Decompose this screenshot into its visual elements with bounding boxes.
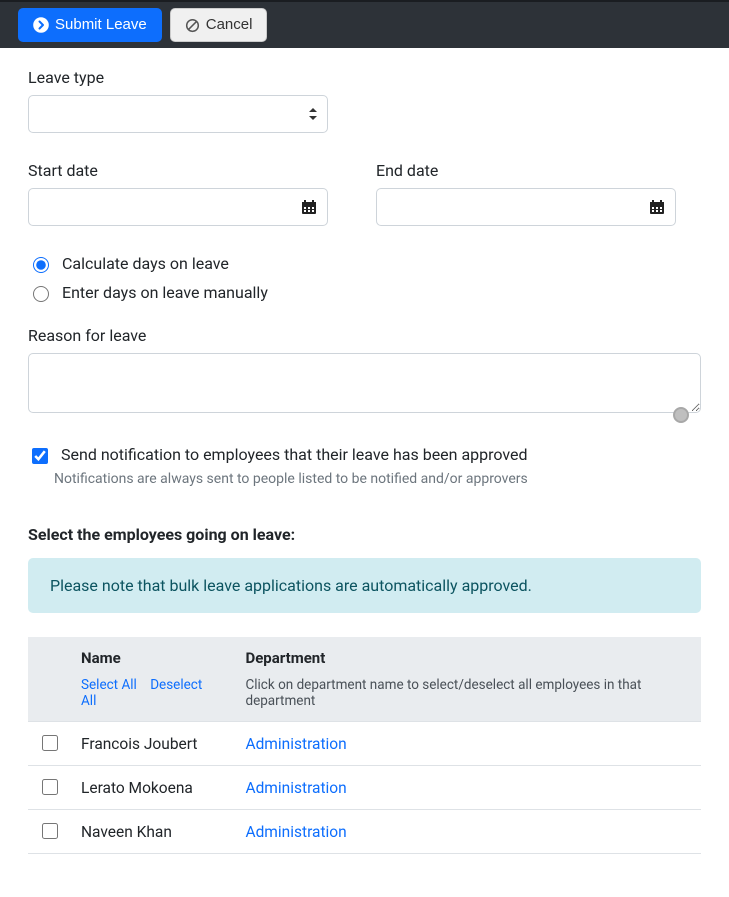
bulk-approve-info: Please note that bulk leave applications…: [28, 558, 701, 613]
dept-hint: Click on department name to select/desel…: [235, 673, 701, 722]
employee-name: Lerato Mokoena: [71, 766, 235, 810]
notify-checkbox[interactable]: [32, 448, 48, 464]
calc-days-auto-label: Calculate days on leave: [62, 254, 229, 273]
end-date-label: End date: [376, 161, 676, 180]
leave-type-select[interactable]: [28, 95, 328, 133]
select-all-link[interactable]: Select All: [81, 677, 137, 693]
employee-checkbox[interactable]: [42, 735, 58, 751]
employee-name: Francois Joubert: [71, 722, 235, 766]
ban-icon: [185, 18, 200, 33]
notify-checkbox-row: Send notification to employees that thei…: [28, 445, 701, 467]
employee-dept-link[interactable]: Administration: [245, 735, 346, 753]
submit-leave-label: Submit Leave: [55, 16, 147, 34]
start-date-label: Start date: [28, 161, 328, 180]
calc-days-auto-radio[interactable]: [33, 257, 49, 273]
employees-section-heading: Select the employees going on leave:: [28, 525, 701, 544]
cancel-button[interactable]: Cancel: [170, 8, 268, 42]
col-name-header: Name: [71, 637, 235, 673]
leave-type-label: Leave type: [28, 68, 701, 87]
table-row: Lerato Mokoena Administration: [28, 766, 701, 810]
col-dept-header: Department: [235, 637, 701, 673]
leave-type-group: Leave type: [28, 68, 701, 133]
cancel-label: Cancel: [206, 16, 253, 34]
calc-days-manual-label: Enter days on leave manually: [62, 283, 268, 302]
start-date-group: Start date: [28, 161, 328, 226]
notify-label: Send notification to employees that thei…: [61, 445, 528, 464]
calendar-icon[interactable]: [291, 188, 328, 226]
reason-group: Reason for leave: [28, 326, 701, 417]
employee-checkbox[interactable]: [42, 823, 58, 839]
employee-dept-link[interactable]: Administration: [245, 779, 346, 797]
form-content: Leave type Start date: [0, 48, 729, 874]
table-row: Naveen Khan Administration: [28, 810, 701, 854]
employee-name: Naveen Khan: [71, 810, 235, 854]
calc-days-manual-radio[interactable]: [33, 286, 49, 302]
employee-dept-link[interactable]: Administration: [245, 823, 346, 841]
start-date-input[interactable]: [28, 188, 291, 226]
reason-textarea[interactable]: [28, 353, 701, 413]
reason-label: Reason for leave: [28, 326, 701, 345]
calc-days-auto-option[interactable]: Calculate days on leave: [28, 254, 701, 273]
table-row: Francois Joubert Administration: [28, 722, 701, 766]
toolbar: Submit Leave Cancel: [0, 0, 729, 48]
employees-table: Name Department Select All Deselect All …: [28, 637, 701, 854]
end-date-group: End date: [376, 161, 676, 226]
notify-help-text: Notifications are always sent to people …: [54, 471, 701, 487]
calc-days-manual-option[interactable]: Enter days on leave manually: [28, 283, 701, 302]
calendar-icon[interactable]: [639, 188, 676, 226]
arrow-circle-right-icon: [33, 17, 49, 33]
employee-checkbox[interactable]: [42, 779, 58, 795]
days-mode-radio-group: Calculate days on leave Enter days on le…: [28, 254, 701, 302]
end-date-input[interactable]: [376, 188, 639, 226]
submit-leave-button[interactable]: Submit Leave: [18, 8, 162, 42]
